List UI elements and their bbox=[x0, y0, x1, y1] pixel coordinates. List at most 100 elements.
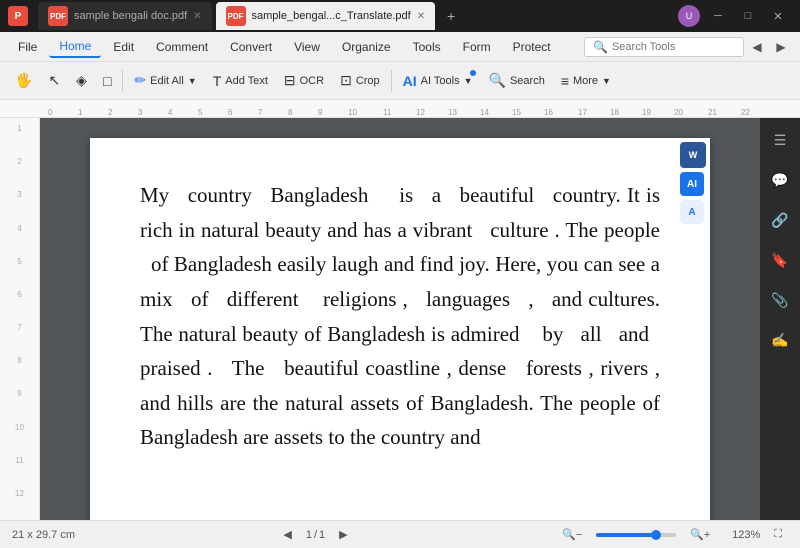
tab1-close[interactable]: ✕ bbox=[193, 11, 201, 22]
panel-toggle-button[interactable]: ☰ bbox=[766, 126, 794, 154]
page-badges: W AI A bbox=[680, 142, 706, 224]
ai-badge bbox=[470, 70, 476, 76]
statusbar: 21 x 29.7 cm ◀ 1 / 1 ▶ 🔍− 🔍+ 123% ⛶ bbox=[0, 520, 800, 548]
fit-page-icon: ⛶ bbox=[774, 528, 782, 541]
shape-tool-button[interactable]: □ bbox=[96, 66, 118, 96]
menu-protect[interactable]: Protect bbox=[503, 37, 561, 57]
edit-all-label: Edit All bbox=[150, 75, 184, 87]
search-box[interactable]: 🔍 bbox=[584, 37, 744, 57]
crop-button[interactable]: ⊡ Crop bbox=[333, 66, 387, 96]
ai-tools-button[interactable]: AI AI Tools ▼ bbox=[396, 66, 480, 96]
new-tab-button[interactable]: + bbox=[439, 4, 463, 28]
prev-page-icon: ◀ bbox=[283, 528, 291, 541]
back-button[interactable]: ◀ bbox=[746, 36, 768, 58]
more-chevron: ▼ bbox=[602, 76, 611, 86]
select-tool-button[interactable]: ↖ bbox=[41, 66, 67, 96]
dimensions-label: 21 x 29.7 cm bbox=[12, 529, 75, 541]
search-toolbar-icon: 🔍 bbox=[489, 72, 506, 89]
more-label: More bbox=[573, 75, 598, 87]
menu-file[interactable]: File bbox=[8, 38, 47, 56]
comments-button[interactable]: 💬 bbox=[766, 166, 794, 194]
close-button[interactable]: ✕ bbox=[764, 4, 792, 28]
zoom-slider[interactable] bbox=[596, 533, 676, 537]
line-8: 8 bbox=[17, 354, 21, 387]
ai-tools-chevron: ▼ bbox=[464, 76, 473, 86]
crop-label: Crop bbox=[356, 75, 380, 87]
tab-1[interactable]: PDF sample bengali doc.pdf ✕ bbox=[38, 2, 212, 30]
menu-edit[interactable]: Edit bbox=[103, 37, 144, 57]
menu-comment[interactable]: Comment bbox=[146, 37, 218, 57]
page-separator: / bbox=[314, 529, 317, 541]
hand-tool-button[interactable]: 🖐 bbox=[8, 66, 39, 96]
page-wrapper: W AI A My country Bangladesh is a beauti… bbox=[90, 138, 710, 500]
bookmark-button[interactable]: 🔖 bbox=[766, 246, 794, 274]
menu-tools[interactable]: Tools bbox=[403, 37, 451, 57]
zoom-fill bbox=[596, 533, 652, 537]
ocr-label: OCR bbox=[300, 75, 324, 87]
search-button[interactable]: 🔍 Search bbox=[482, 66, 552, 96]
avatar[interactable]: U bbox=[678, 5, 700, 27]
app-icon: P bbox=[8, 6, 28, 26]
signature-button[interactable]: ✍ bbox=[766, 326, 794, 354]
link-button[interactable]: 🔗 bbox=[766, 206, 794, 234]
highlight-icon: ◈ bbox=[76, 72, 87, 89]
tab1-pdf-icon: PDF bbox=[48, 6, 68, 26]
menu-organize[interactable]: Organize bbox=[332, 37, 401, 57]
right-sidebar: ☰ 💬 🔗 🔖 📎 ✍ bbox=[760, 118, 800, 520]
window-controls: ─ □ ✕ bbox=[704, 4, 792, 28]
line-1: 1 bbox=[17, 122, 21, 155]
line-3: 3 bbox=[17, 188, 21, 221]
separator-1 bbox=[122, 70, 123, 92]
zoom-percent-label: 123% bbox=[724, 529, 760, 541]
tab-2[interactable]: PDF sample_bengal...c_Translate.pdf ✕ bbox=[216, 2, 436, 30]
line-6: 6 bbox=[17, 288, 21, 321]
search-icon: 🔍 bbox=[593, 40, 608, 54]
next-page-icon: ▶ bbox=[339, 528, 347, 541]
menu-home[interactable]: Home bbox=[49, 36, 101, 58]
attachment-button[interactable]: 📎 bbox=[766, 286, 794, 314]
zoom-out-button[interactable]: 🔍− bbox=[556, 526, 588, 543]
more-button[interactable]: ≡ More ▼ bbox=[554, 66, 618, 96]
tab2-close[interactable]: ✕ bbox=[417, 11, 425, 22]
search-input[interactable] bbox=[612, 41, 732, 53]
document-page: My country Bangladesh is a beautiful cou… bbox=[90, 138, 710, 520]
titlebar: P PDF sample bengali doc.pdf ✕ PDF sampl… bbox=[0, 0, 800, 32]
highlight-tool-button[interactable]: ◈ bbox=[69, 66, 94, 96]
fit-page-button[interactable]: ⛶ bbox=[768, 526, 788, 543]
zoom-thumb[interactable] bbox=[651, 530, 661, 540]
page-nav-next[interactable]: ▶ bbox=[333, 526, 353, 543]
page-nav-prev[interactable]: ◀ bbox=[277, 526, 297, 543]
add-text-button[interactable]: T Add Text bbox=[206, 66, 275, 96]
line-12: 12 bbox=[15, 487, 24, 520]
separator-2 bbox=[391, 70, 392, 92]
edit-all-button[interactable]: ✏ Edit All ▼ bbox=[127, 66, 203, 96]
zoom-in-button[interactable]: 🔍+ bbox=[684, 526, 716, 543]
search-label: Search bbox=[510, 75, 545, 87]
maximize-button[interactable]: □ bbox=[734, 4, 762, 28]
ai-icon: AI bbox=[403, 73, 417, 89]
line-9: 9 bbox=[17, 387, 21, 420]
menu-convert[interactable]: Convert bbox=[220, 37, 282, 57]
line-7: 7 bbox=[17, 321, 21, 354]
menu-form[interactable]: Form bbox=[453, 37, 501, 57]
ocr-button[interactable]: ⊟ OCR bbox=[277, 66, 331, 96]
tab2-pdf-icon: PDF bbox=[226, 6, 246, 26]
edit-all-chevron: ▼ bbox=[188, 76, 197, 86]
forward-button[interactable]: ▶ bbox=[770, 36, 792, 58]
line-5: 5 bbox=[17, 255, 21, 288]
tab2-label: sample_bengal...c_Translate.pdf bbox=[252, 10, 411, 22]
menu-view[interactable]: View bbox=[284, 37, 330, 57]
text-icon: T bbox=[213, 73, 222, 89]
line-11: 11 bbox=[15, 454, 23, 487]
crop-icon: ⊡ bbox=[340, 72, 352, 89]
main-area: 1 2 3 4 5 6 7 8 9 10 11 12 W AI A My cou… bbox=[0, 118, 800, 520]
line-4: 4 bbox=[17, 222, 21, 255]
nav-arrows: ◀ ▶ bbox=[746, 36, 792, 58]
ai-badge2-page: A bbox=[680, 200, 704, 224]
edit-icon: ✏ bbox=[134, 72, 146, 89]
page-container[interactable]: W AI A My country Bangladesh is a beauti… bbox=[40, 118, 760, 520]
hand-icon: 🖐 bbox=[15, 72, 32, 89]
left-margin: 1 2 3 4 5 6 7 8 9 10 11 12 bbox=[0, 118, 40, 520]
minimize-button[interactable]: ─ bbox=[704, 4, 732, 28]
zoom-out-icon: 🔍− bbox=[562, 528, 582, 541]
